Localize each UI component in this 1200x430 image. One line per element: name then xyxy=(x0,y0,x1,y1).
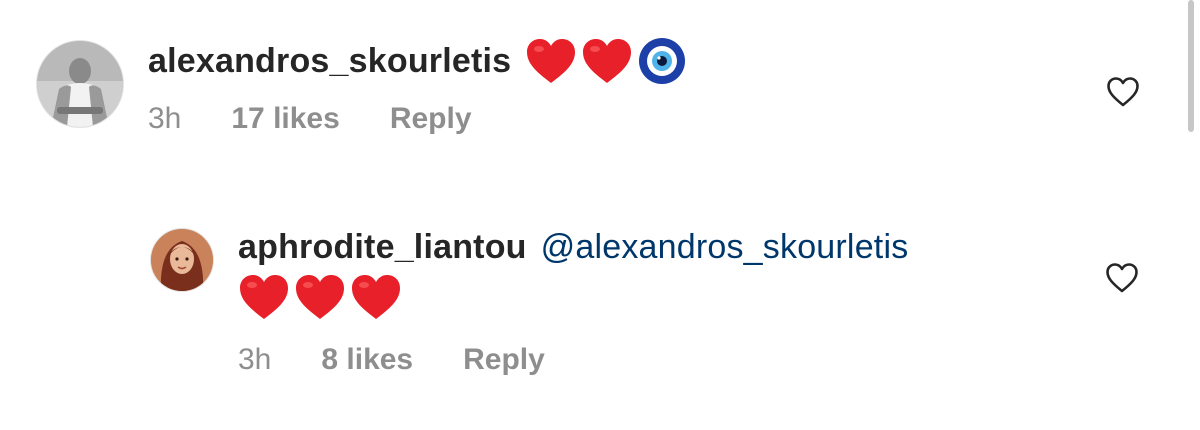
scrollbar[interactable] xyxy=(1188,0,1194,132)
reply-button[interactable]: Reply xyxy=(463,343,545,377)
comment-meta: 3h 8 likes Reply xyxy=(238,343,908,377)
comment-meta: 3h 17 likes Reply xyxy=(148,102,691,136)
nazar-amulet-emoji-icon xyxy=(637,36,687,86)
likes-count[interactable]: 8 likes xyxy=(321,343,413,377)
like-button[interactable] xyxy=(1105,262,1139,294)
red-heart-emoji-icon xyxy=(581,37,633,85)
comment-content: aphrodite_liantou @alexandros_skourletis… xyxy=(238,228,908,377)
red-heart-emoji-icon xyxy=(238,273,290,321)
red-heart-emoji-icon xyxy=(294,273,346,321)
comment-text-emojis xyxy=(525,36,691,86)
reply-button[interactable]: Reply xyxy=(390,102,472,136)
comments-view: alexandros_skourletis 3h 17 likes Reply … xyxy=(0,0,1200,430)
avatar[interactable] xyxy=(150,228,214,292)
username[interactable]: alexandros_skourletis xyxy=(148,42,511,81)
red-heart-emoji-icon xyxy=(525,37,577,85)
profile-photo-woman-icon xyxy=(151,229,213,291)
mention-link[interactable]: @alexandros_skourletis xyxy=(541,228,909,267)
heart-outline-icon xyxy=(1107,77,1139,107)
comment-content: alexandros_skourletis 3h 17 likes Reply xyxy=(148,36,691,136)
username[interactable]: aphrodite_liantou xyxy=(238,228,527,267)
heart-outline-icon xyxy=(1106,263,1138,293)
red-heart-emoji-icon xyxy=(350,273,402,321)
like-button[interactable] xyxy=(1106,76,1140,108)
comment-aphrodite-reply: aphrodite_liantou @alexandros_skourletis… xyxy=(150,228,1150,388)
comment-time: 3h xyxy=(148,102,182,135)
comment-time: 3h xyxy=(238,343,272,376)
likes-count[interactable]: 17 likes xyxy=(231,102,339,136)
comment-text-emojis xyxy=(238,273,908,321)
comment-alexandros: alexandros_skourletis 3h 17 likes Reply xyxy=(36,30,1156,160)
profile-photo-man-icon xyxy=(37,41,123,127)
avatar[interactable] xyxy=(36,40,124,128)
